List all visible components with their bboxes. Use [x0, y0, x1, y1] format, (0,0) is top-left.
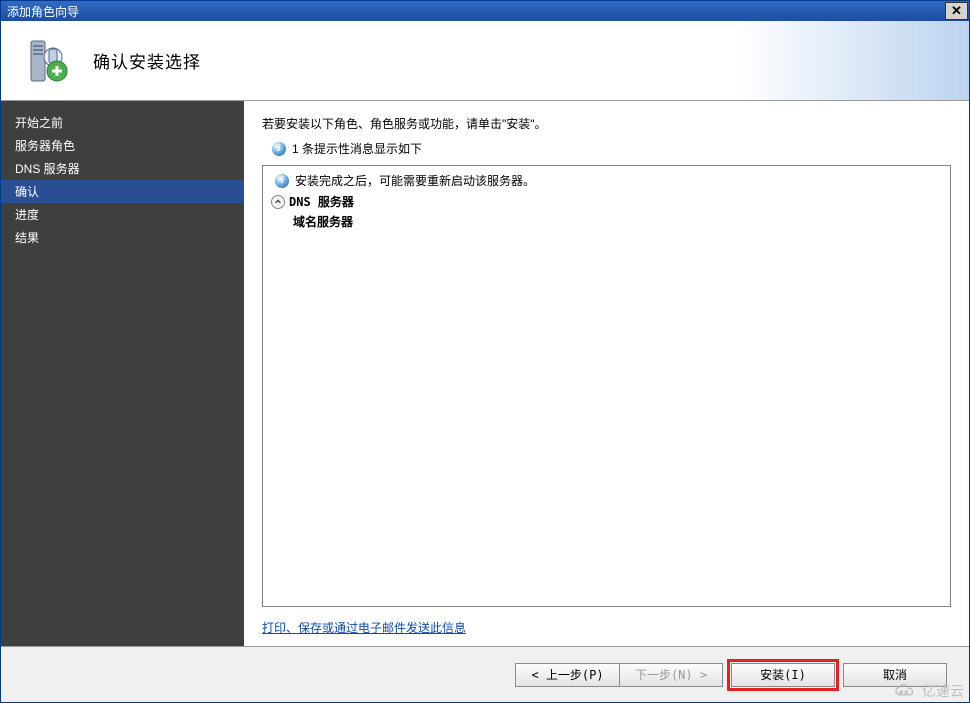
cancel-button[interactable]: 取消 [843, 663, 947, 687]
main-panel: 若要安装以下角色、角色服务或功能，请单击"安装"。 1 条提示性消息显示如下 安… [244, 101, 969, 646]
titlebar: 添加角色向导 ✕ [1, 1, 969, 21]
sidebar-item-results[interactable]: 结果 [1, 226, 244, 249]
page-title: 确认安装选择 [93, 48, 201, 73]
warning-row: 安装完成之后，可能需要重新启动该服务器。 [275, 172, 942, 189]
print-save-email-link[interactable]: 打印、保存或通过电子邮件发送此信息 [262, 619, 951, 636]
close-button[interactable]: ✕ [945, 2, 968, 20]
sidebar: 开始之前 服务器角色 DNS 服务器 确认 进度 结果 [1, 101, 244, 646]
sidebar-item-server-roles[interactable]: 服务器角色 [1, 134, 244, 157]
footer-bar: < 上一步(P) 下一步(N) > 安装(I) 取消 [1, 646, 969, 702]
sidebar-item-progress[interactable]: 进度 [1, 203, 244, 226]
info-icon [275, 174, 289, 188]
header-band: 确认安装选择 [1, 21, 969, 101]
role-expander-row: DNS 服务器 [271, 193, 942, 210]
sidebar-item-before-start[interactable]: 开始之前 [1, 111, 244, 134]
close-icon: ✕ [951, 3, 962, 19]
intro-text: 若要安装以下角色、角色服务或功能，请单击"安装"。 [262, 115, 951, 132]
previous-button[interactable]: < 上一步(P) [515, 663, 619, 687]
info-message-row: 1 条提示性消息显示如下 [272, 140, 951, 157]
window-title: 添加角色向导 [7, 3, 945, 20]
wizard-window: 添加角色向导 ✕ 确认安装选择 开始之前 服务器角色 DNS 服务器 确认 [0, 0, 970, 703]
warning-text: 安装完成之后，可能需要重新启动该服务器。 [295, 172, 535, 189]
server-wizard-icon [21, 37, 69, 85]
sidebar-item-dns-server[interactable]: DNS 服务器 [1, 157, 244, 180]
next-button: 下一步(N) > [619, 663, 723, 687]
content-box: 安装完成之后，可能需要重新启动该服务器。 DNS 服务器 域名服务器 [262, 165, 951, 607]
nav-button-pair: < 上一步(P) 下一步(N) > [515, 663, 723, 687]
sidebar-item-confirmation[interactable]: 确认 [1, 180, 244, 203]
collapse-icon[interactable] [271, 195, 285, 209]
role-sub-text: 域名服务器 [293, 213, 942, 230]
body-region: 开始之前 服务器角色 DNS 服务器 确认 进度 结果 若要安装以下角色、角色服… [1, 101, 969, 646]
role-title: DNS 服务器 [289, 193, 354, 210]
info-icon [272, 142, 286, 156]
install-button[interactable]: 安装(I) [731, 663, 835, 687]
info-count-text: 1 条提示性消息显示如下 [292, 140, 422, 157]
